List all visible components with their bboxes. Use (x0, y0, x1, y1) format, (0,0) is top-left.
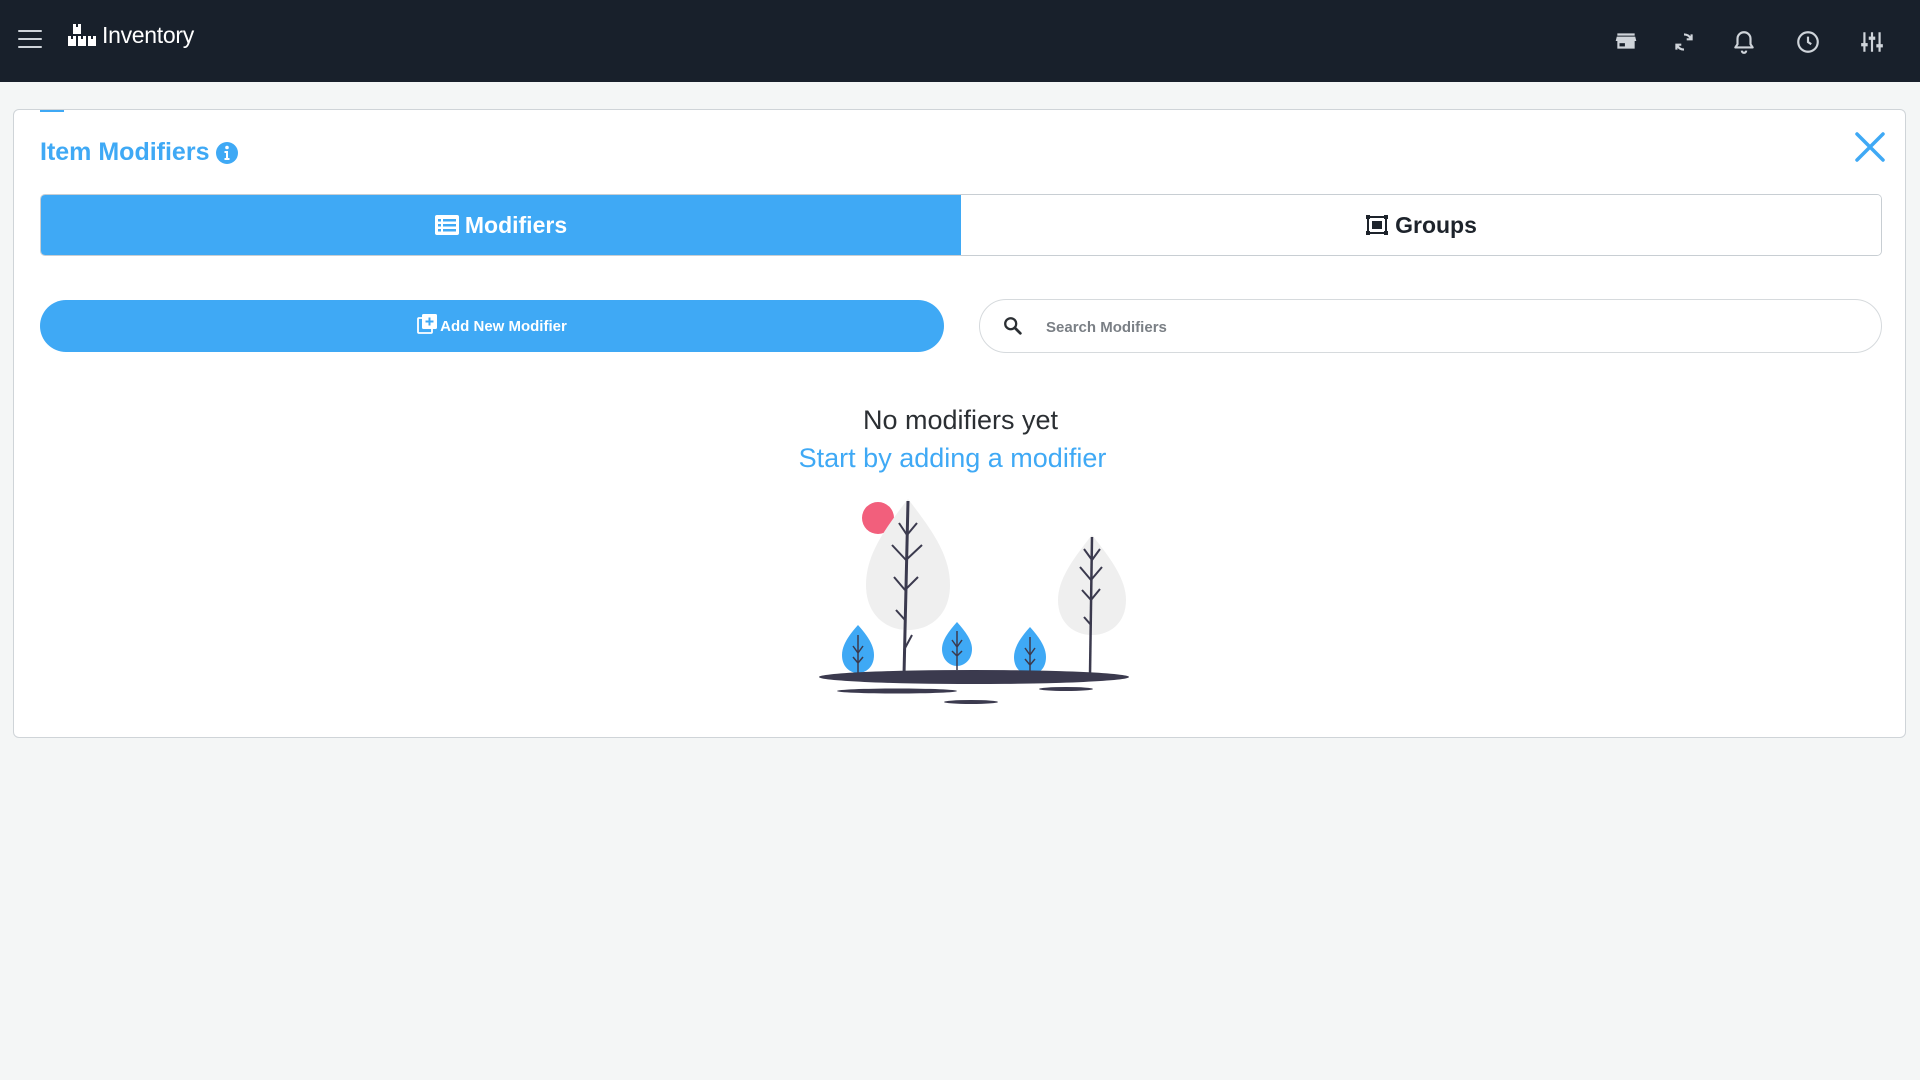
empty-state-link[interactable]: Start by adding a modifier (6, 443, 1899, 474)
tab-modifiers-label: Modifiers (464, 211, 568, 238)
list-icon (434, 215, 459, 235)
object-group-icon (1366, 215, 1389, 235)
close-icon[interactable] (1853, 130, 1887, 164)
panel-accent-line (40, 110, 64, 112)
empty-trees-illustration (819, 499, 1129, 704)
sliders-icon[interactable] (1859, 29, 1885, 55)
tab-groups-label: Groups (1395, 211, 1477, 238)
search-icon (1004, 317, 1022, 335)
tab-groups[interactable]: Groups (961, 195, 1881, 255)
add-new-modifier-label: Add New Modifier (440, 317, 567, 335)
tab-modifiers[interactable]: Modifiers (41, 195, 961, 255)
app-brand[interactable]: Inventory (68, 22, 194, 49)
app-title: Inventory (102, 22, 194, 48)
boxes-logo-icon (68, 23, 96, 46)
plus-square-icon (417, 314, 438, 334)
search-box (979, 299, 1882, 353)
add-new-modifier-button[interactable]: Add New Modifier (40, 300, 944, 352)
info-icon[interactable] (215, 141, 239, 165)
store-icon[interactable] (1613, 28, 1639, 54)
modifier-tabs: Modifiers Groups (40, 194, 1882, 256)
panel-title: Item Modifiers (40, 138, 210, 166)
panel-header: Item Modifiers (40, 138, 239, 167)
top-navbar: Inventory (0, 0, 1920, 82)
bell-icon[interactable] (1731, 29, 1757, 55)
empty-state-title: No modifiers yet (862, 405, 1059, 435)
sync-icon[interactable] (1671, 29, 1697, 55)
search-input[interactable] (1044, 310, 1848, 344)
clock-icon[interactable] (1795, 29, 1821, 55)
menu-icon[interactable] (18, 30, 42, 50)
item-modifiers-panel: Item Modifiers Modifiers Groups Add New … (13, 109, 1906, 738)
